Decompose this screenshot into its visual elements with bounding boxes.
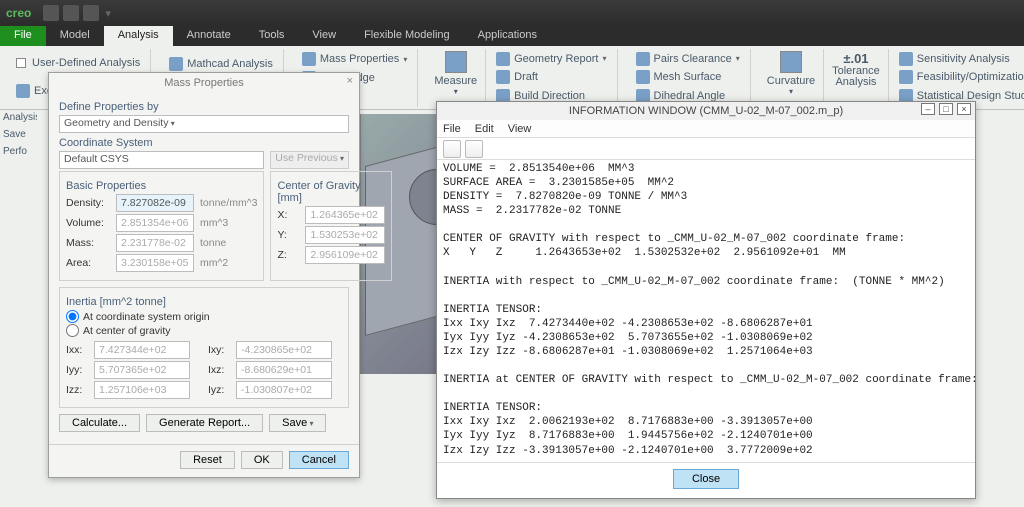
zoom-out-icon[interactable] bbox=[465, 140, 483, 158]
tab-view[interactable]: View bbox=[298, 26, 350, 46]
cancel-button[interactable]: Cancel bbox=[289, 451, 349, 469]
info-content-area[interactable]: VOLUME = 2.8513540e+06 MM^3 SURFACE AREA… bbox=[437, 160, 975, 462]
inertia-head: Inertia [mm^2 tonne] bbox=[66, 296, 342, 308]
curvature-icon bbox=[780, 51, 802, 73]
area-input bbox=[116, 254, 194, 272]
ixz-input bbox=[236, 361, 332, 379]
feasibility-button[interactable]: Feasibility/Optimization bbox=[895, 69, 1024, 85]
mesh-surface-button[interactable]: Mesh Surface bbox=[632, 69, 744, 85]
draft-icon bbox=[496, 70, 510, 84]
info-menubar: File Edit View bbox=[437, 120, 975, 138]
generate-report-button[interactable]: Generate Report... bbox=[146, 414, 263, 432]
feasibility-icon bbox=[899, 70, 913, 84]
izz-input bbox=[94, 381, 190, 399]
geom-icon bbox=[496, 52, 510, 66]
mass-icon bbox=[302, 52, 316, 66]
close-icon[interactable]: × bbox=[347, 75, 353, 87]
info-toolbar bbox=[437, 138, 975, 160]
measure-icon bbox=[445, 51, 467, 73]
mesh-icon bbox=[636, 70, 650, 84]
sensitivity-analysis-button[interactable]: Sensitivity Analysis bbox=[895, 51, 1024, 67]
quick-save-icon[interactable] bbox=[43, 5, 59, 21]
info-menu-file[interactable]: File bbox=[443, 123, 461, 135]
info-menu-view[interactable]: View bbox=[508, 123, 532, 135]
mass-properties-dialog: Mass Properties × Define Properties by G… bbox=[48, 72, 360, 478]
save-button[interactable]: Save bbox=[269, 414, 326, 432]
mathcad-analysis-button[interactable]: Mathcad Analysis bbox=[165, 56, 277, 72]
cog-y-input bbox=[305, 226, 385, 244]
maximize-icon[interactable]: □ bbox=[939, 103, 953, 115]
radio-origin[interactable]: At coordinate system origin bbox=[66, 310, 342, 323]
define-by-select[interactable]: Geometry and Density bbox=[59, 115, 349, 133]
title-bar: creo ▾ bbox=[0, 0, 1024, 26]
mass-input bbox=[116, 234, 194, 252]
reset-button[interactable]: Reset bbox=[180, 451, 235, 469]
volume-input bbox=[116, 214, 194, 232]
density-input[interactable] bbox=[116, 194, 194, 212]
dialog-title: Mass Properties bbox=[164, 77, 243, 89]
sidebar-analysis[interactable]: Analysis bbox=[3, 112, 37, 123]
tab-model[interactable]: Model bbox=[46, 26, 104, 46]
app-logo: creo bbox=[6, 6, 31, 20]
geometry-report-button[interactable]: Geometry Report bbox=[492, 51, 610, 67]
mathcad-icon bbox=[169, 57, 183, 71]
info-title: INFORMATION WINDOW (CMM_U-02_M-07_002.m_… bbox=[569, 105, 843, 117]
tab-flexible[interactable]: Flexible Modeling bbox=[350, 26, 464, 46]
minimize-icon[interactable]: – bbox=[921, 103, 935, 115]
ixx-input bbox=[94, 341, 190, 359]
info-title-bar[interactable]: INFORMATION WINDOW (CMM_U-02_M-07_002.m_… bbox=[437, 102, 975, 120]
ixy-input bbox=[236, 341, 332, 359]
close-window-icon[interactable]: × bbox=[957, 103, 971, 115]
ok-button[interactable]: OK bbox=[241, 451, 283, 469]
cog-z-input bbox=[305, 246, 385, 264]
define-by-head: Define Properties by bbox=[59, 101, 349, 113]
tolerance-icon: ±.01 bbox=[843, 51, 868, 66]
information-window: INFORMATION WINDOW (CMM_U-02_M-07_002.m_… bbox=[436, 101, 976, 499]
measure-button[interactable]: Measure▾ bbox=[426, 49, 486, 107]
info-text: VOLUME = 2.8513540e+06 MM^3 SURFACE AREA… bbox=[443, 162, 969, 462]
tab-annotate[interactable]: Annotate bbox=[173, 26, 245, 46]
use-previous-button[interactable]: Use Previous bbox=[270, 151, 349, 169]
info-close-button[interactable]: Close bbox=[673, 469, 739, 489]
pairs-icon bbox=[636, 52, 650, 66]
csys-input[interactable]: Default CSYS bbox=[59, 151, 264, 169]
sensitivity-icon bbox=[899, 52, 913, 66]
menu-tabs: File Model Analysis Annotate Tools View … bbox=[0, 26, 1024, 46]
dialog-title-bar[interactable]: Mass Properties × bbox=[49, 73, 359, 93]
tab-applications[interactable]: Applications bbox=[464, 26, 551, 46]
radio-cog[interactable]: At center of gravity bbox=[66, 324, 342, 337]
quick-new-icon[interactable] bbox=[83, 5, 99, 21]
zoom-in-icon[interactable] bbox=[443, 140, 461, 158]
info-menu-edit[interactable]: Edit bbox=[475, 123, 494, 135]
cog-head: Center of Gravity [mm] bbox=[277, 180, 385, 204]
excel-icon bbox=[16, 84, 30, 98]
tolerance-analysis-button[interactable]: ±.01 Tolerance Analysis bbox=[824, 49, 889, 107]
pairs-clearance-button[interactable]: Pairs Clearance bbox=[632, 51, 744, 67]
mass-properties-button[interactable]: Mass Properties bbox=[298, 51, 412, 67]
iyz-input bbox=[236, 381, 332, 399]
sidebar-save[interactable]: Save bbox=[3, 129, 37, 140]
tab-file[interactable]: File bbox=[0, 26, 46, 46]
csys-head: Coordinate System bbox=[59, 137, 349, 149]
iyy-input bbox=[94, 361, 190, 379]
user-defined-analysis-button[interactable]: User-Defined Analysis bbox=[12, 56, 144, 70]
draft-button[interactable]: Draft bbox=[492, 69, 610, 85]
tab-tools[interactable]: Tools bbox=[245, 26, 299, 46]
cog-x-input bbox=[305, 206, 385, 224]
basic-head: Basic Properties bbox=[66, 180, 257, 192]
left-sidebar: Analysis Save Perfo bbox=[3, 112, 37, 163]
curvature-button[interactable]: Curvature▾ bbox=[759, 49, 824, 107]
calculate-button[interactable]: Calculate... bbox=[59, 414, 140, 432]
sidebar-perfo[interactable]: Perfo bbox=[3, 146, 37, 157]
quick-open-icon[interactable] bbox=[63, 5, 79, 21]
tab-analysis[interactable]: Analysis bbox=[104, 26, 173, 46]
